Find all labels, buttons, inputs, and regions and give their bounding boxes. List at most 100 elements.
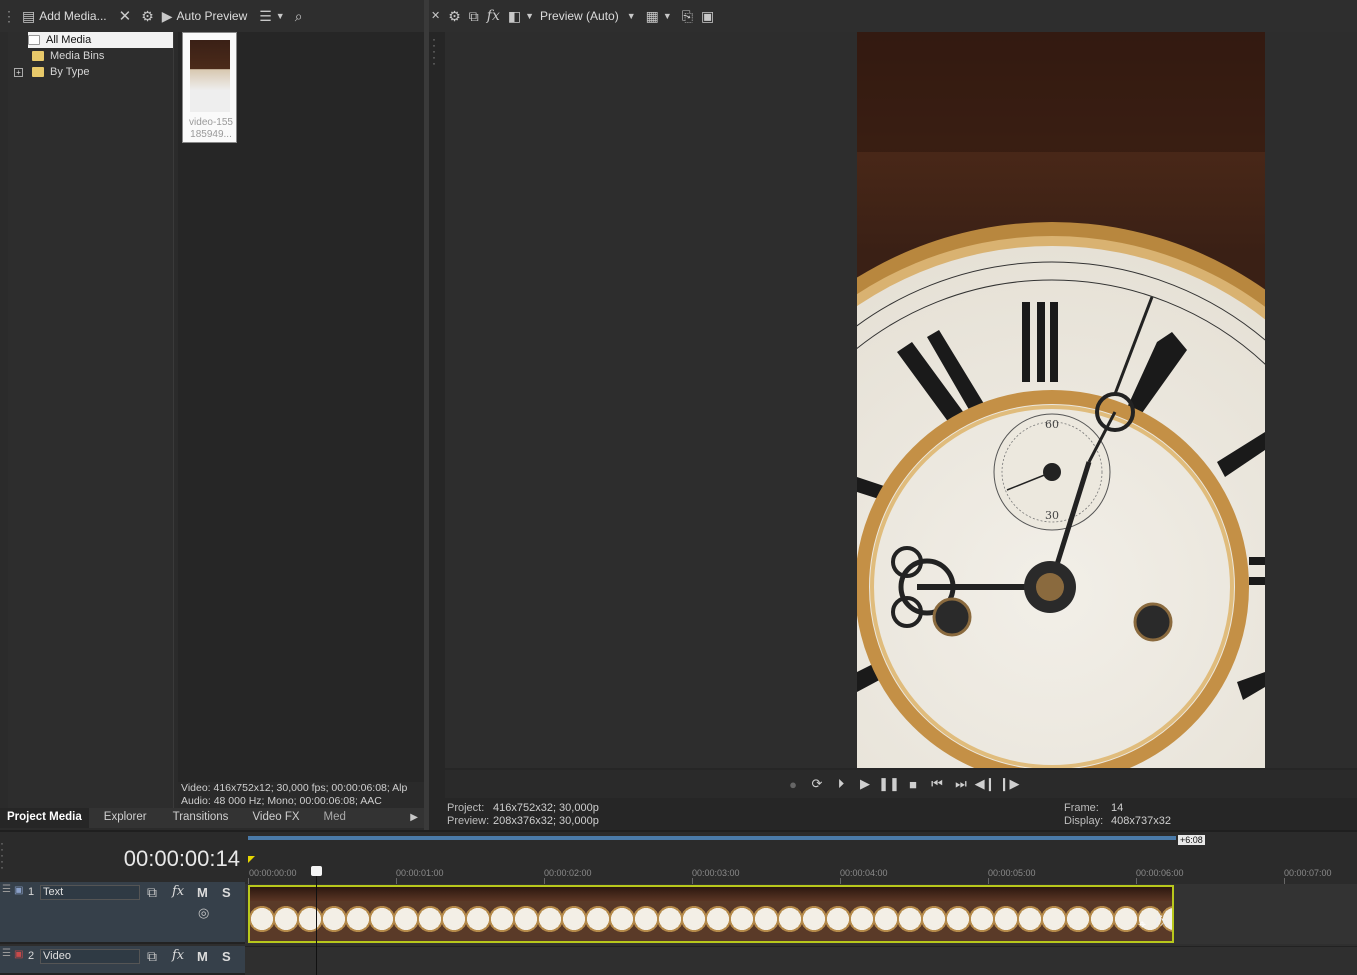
folder-icon bbox=[32, 67, 44, 77]
media-audio-info: Audio: 48 000 Hz; Mono; 00:00:06:08; AAC bbox=[181, 795, 382, 807]
playhead-handle[interactable] bbox=[311, 866, 322, 876]
grid-overlay-icon[interactable]: ▦ bbox=[646, 9, 659, 23]
folder-icon bbox=[32, 51, 44, 61]
timeline-drag-handle-icon[interactable]: · · · · · bbox=[0, 837, 4, 873]
play-button[interactable]: ▶ bbox=[856, 775, 874, 793]
track-motion-icon[interactable]: ⧉ bbox=[147, 949, 157, 963]
track-number: 2 bbox=[28, 950, 35, 962]
save-snapshot-icon[interactable]: ▣ bbox=[701, 9, 714, 23]
drag-handle-icon[interactable]: ⋮ bbox=[2, 9, 16, 23]
ruler-label: 00:00:02:00 bbox=[544, 868, 592, 878]
frame-value: 14 bbox=[1111, 802, 1124, 814]
track-name-field[interactable]: Text bbox=[40, 885, 140, 900]
tree-item-all-media[interactable]: All Media bbox=[28, 32, 173, 48]
chevron-down-icon[interactable]: ▼ bbox=[276, 11, 285, 21]
ruler-label: 00:00:01:00 bbox=[396, 868, 444, 878]
auto-preview-label: Auto Preview bbox=[176, 9, 248, 23]
close-icon[interactable]: ✕ bbox=[431, 10, 440, 22]
clip-thumbnails bbox=[250, 901, 1172, 941]
record-button[interactable]: ● bbox=[784, 775, 802, 793]
all-media-icon bbox=[28, 35, 40, 45]
frame-properties: Frame: 14 Display: 408x737x32 bbox=[1064, 802, 1304, 828]
chevron-down-icon[interactable]: ▼ bbox=[663, 11, 672, 21]
mute-button[interactable]: M bbox=[197, 949, 208, 964]
mute-button[interactable]: M bbox=[197, 885, 208, 900]
ruler-label: 00:00:00:00 bbox=[249, 868, 297, 878]
media-thumbnail[interactable]: video-155 185949... bbox=[182, 32, 237, 143]
next-frame-button[interactable]: ❙▶ bbox=[999, 775, 1020, 793]
media-list-area[interactable] bbox=[178, 32, 424, 782]
close-icon[interactable]: ✕ bbox=[119, 9, 132, 24]
track-fx-button[interactable]: fx bbox=[172, 884, 184, 899]
loop-button[interactable]: ⟳ bbox=[808, 775, 826, 793]
compositing-mode-icon[interactable]: ◎ bbox=[198, 906, 209, 919]
split-screen-icon[interactable]: ◧ bbox=[508, 9, 521, 23]
external-monitor-icon[interactable]: ⧉ bbox=[469, 9, 479, 23]
playhead-line[interactable] bbox=[316, 870, 317, 975]
tab-scroll-right-icon[interactable]: ▶ bbox=[410, 813, 418, 823]
event-pan-crop-icon[interactable]: ⌖ bbox=[1138, 917, 1146, 931]
preview-quality-label: Preview (Auto) bbox=[540, 9, 619, 23]
preview-toolbar: ✕ ⚙ ⧉ fx ◧ ▼ Preview (Auto) ▼ ▦ ▼ ⎘ ▣ bbox=[429, 0, 1357, 32]
tab-video-fx[interactable]: Video FX bbox=[245, 808, 306, 828]
track-header-video[interactable]: ☰ ▣ 2 Video ⧉ fx M S bbox=[0, 946, 245, 975]
chevron-down-icon[interactable]: ▼ bbox=[525, 11, 534, 21]
video-frame: 60 30 bbox=[857, 32, 1265, 768]
search-icon[interactable]: ⌕ bbox=[295, 9, 303, 23]
chevron-down-icon: ▼ bbox=[626, 10, 636, 21]
tab-transitions[interactable]: Transitions bbox=[166, 808, 236, 828]
view-list-icon[interactable]: ☰ bbox=[259, 9, 272, 23]
track-motion-icon[interactable]: ⧉ bbox=[147, 885, 157, 899]
track-number: 1 bbox=[28, 886, 35, 898]
svg-text:30: 30 bbox=[1045, 509, 1059, 522]
timecode-display[interactable]: 00:00:00:14 bbox=[40, 846, 240, 872]
project-value: 416x752x32; 30,000p bbox=[493, 802, 599, 814]
track-divider bbox=[245, 946, 1357, 947]
ruler-label: 00:00:03:00 bbox=[692, 868, 740, 878]
event-fx-icon[interactable]: fx bbox=[1155, 915, 1168, 929]
stop-button[interactable]: ■ bbox=[904, 775, 922, 793]
timeline-ruler[interactable]: 00:00:00:00 00:00:01:00 00:00:02:00 00:0… bbox=[245, 866, 1357, 884]
ruler-label: 00:00:04:00 bbox=[840, 868, 888, 878]
copy-snapshot-icon[interactable]: ⎘ bbox=[682, 9, 693, 23]
play-from-start-button[interactable]: ⏵ bbox=[832, 775, 850, 793]
gear-icon[interactable]: ⚙ bbox=[141, 9, 154, 23]
ruler-label: 00:00:05:00 bbox=[988, 868, 1036, 878]
display-value: 408x737x32 bbox=[1111, 815, 1171, 827]
auto-preview-icon: ▶ bbox=[161, 8, 173, 24]
track-fx-button[interactable]: fx bbox=[172, 948, 184, 963]
marker-flag-icon[interactable] bbox=[248, 856, 255, 863]
tab-project-media[interactable]: Project Media bbox=[0, 808, 89, 828]
auto-preview-button[interactable]: ▶ Auto Preview bbox=[162, 9, 247, 23]
preview-quality-dropdown[interactable]: Preview (Auto) ▼ bbox=[540, 9, 636, 23]
track-name-field[interactable]: Video bbox=[40, 949, 140, 964]
fx-icon[interactable]: fx bbox=[487, 9, 500, 23]
add-media-icon: ▤ bbox=[22, 8, 36, 24]
tree-item-media-bins[interactable]: Media Bins bbox=[32, 48, 104, 64]
add-media-label: Add Media... bbox=[39, 9, 107, 23]
video-track-icon: ▣ bbox=[14, 885, 24, 896]
track-drag-icon[interactable]: ☰ bbox=[2, 885, 11, 895]
go-to-start-button[interactable]: ⏮ bbox=[928, 775, 946, 793]
loop-region-bar[interactable] bbox=[248, 836, 1176, 840]
svg-text:60: 60 bbox=[1045, 418, 1059, 431]
expand-icon[interactable]: + bbox=[14, 67, 23, 77]
track-header-text[interactable]: ☰ ▣ 1 Text ⧉ fx M S ◎ bbox=[0, 882, 245, 944]
display-label: Display: bbox=[1064, 815, 1104, 827]
go-to-end-button[interactable]: ⏭ bbox=[952, 775, 970, 793]
preview-value: 208x376x32; 30,000p bbox=[493, 815, 599, 827]
solo-button[interactable]: S bbox=[222, 885, 231, 900]
tab-media-generators[interactable]: Med bbox=[317, 808, 353, 828]
solo-button[interactable]: S bbox=[222, 949, 231, 964]
ruler-label: 00:00:07:00 bbox=[1284, 868, 1332, 878]
video-event-clip[interactable]: fx ⌖ bbox=[248, 885, 1174, 943]
preview-label: Preview: bbox=[447, 815, 490, 827]
previous-frame-button[interactable]: ◀❙ bbox=[975, 775, 996, 793]
add-media-button[interactable]: ▤ Add Media... bbox=[22, 9, 107, 23]
track-drag-icon[interactable]: ☰ bbox=[2, 949, 11, 959]
gear-icon[interactable]: ⚙ bbox=[448, 9, 461, 23]
preview-drag-handle-icon[interactable]: · · · · · bbox=[432, 33, 436, 69]
tree-item-by-type[interactable]: + By Type bbox=[14, 64, 90, 80]
pause-button[interactable]: ❚❚ bbox=[878, 775, 900, 793]
tab-explorer[interactable]: Explorer bbox=[97, 808, 154, 828]
